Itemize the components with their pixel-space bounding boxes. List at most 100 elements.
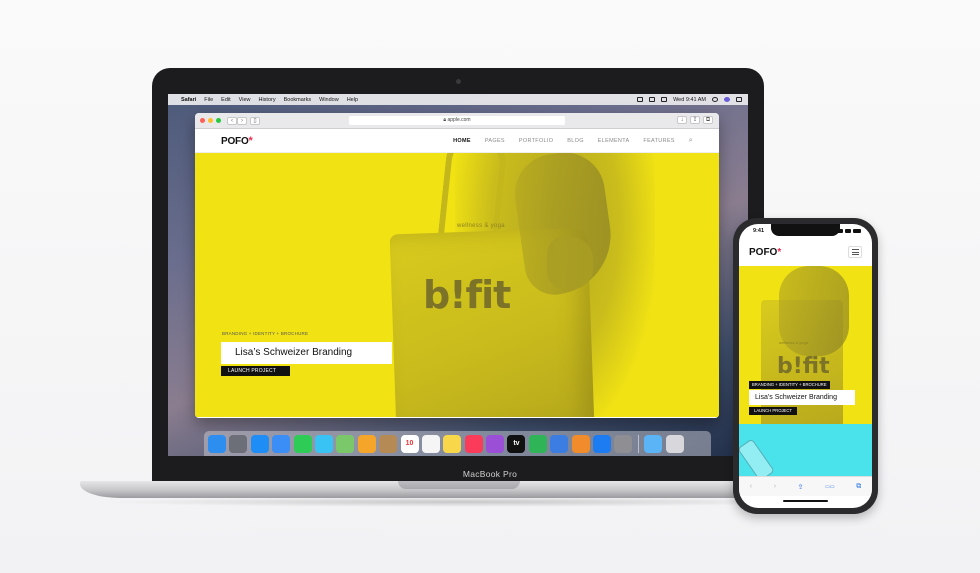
mobile-launch-project-button[interactable]: LAUNCH PROJECT — [749, 407, 797, 415]
menu-help[interactable]: Help — [347, 97, 358, 103]
macos-dock: 10 tv — [204, 431, 711, 456]
downloads-icon[interactable]: ↓ — [677, 116, 687, 124]
mobile-bag-brand: b!fit — [777, 354, 830, 379]
address-bar[interactable]: 🔒︎ apple.com — [349, 116, 565, 125]
bag-subtitle: wellness & yoga — [457, 223, 505, 229]
logo-star-icon: * — [248, 134, 253, 147]
hero-title: Lisa’s Schweizer Branding — [221, 342, 392, 364]
hero-banner: wellness & yoga b!fit BRANDING + IDENTIT… — [195, 153, 719, 417]
nav-features[interactable]: FEATURES — [643, 138, 674, 144]
launch-project-button[interactable]: LAUNCH PROJECT — [221, 366, 290, 376]
site-logo[interactable]: POFO* — [221, 135, 253, 147]
search-icon[interactable] — [712, 97, 718, 102]
macbook-opening-notch — [398, 481, 520, 489]
photos-icon[interactable] — [357, 434, 376, 453]
mobile-logo-star-icon: * — [777, 246, 782, 258]
menu-history[interactable]: History — [258, 97, 275, 103]
mobile-logo-text: POFO — [749, 246, 778, 258]
mobile-hero-title: Lisa’s Schweizer Branding — [749, 390, 855, 405]
mobile-safari-toolbar: ‹ › ⇪ ▭▭ ⧉ — [739, 476, 872, 496]
menu-window[interactable]: Window — [319, 97, 339, 103]
mobile-tabs-icon[interactable]: ⧉ — [856, 483, 861, 491]
mobile-back-icon[interactable]: ‹ — [750, 483, 752, 490]
mobile-next-section — [739, 424, 872, 479]
nav-portfolio[interactable]: PORTFOLIO — [519, 138, 553, 144]
wifi-icon[interactable] — [637, 97, 644, 102]
bag-brand: b!fit — [423, 273, 511, 317]
macos-menubar: Safari File Edit View History Bookmarks … — [168, 94, 748, 105]
search-icon[interactable]: ⌕ — [689, 137, 693, 145]
notes-icon[interactable] — [443, 434, 462, 453]
iphone-screen: 9:41 POFO* wellness & yoga b!fit BRANDIN… — [739, 224, 872, 508]
zoom-window-button[interactable] — [216, 118, 221, 123]
logo-text: POFO — [221, 135, 249, 147]
maps-icon[interactable] — [336, 434, 355, 453]
address-url: apple.com — [447, 117, 471, 123]
dock-separator — [637, 434, 639, 453]
menu-bookmarks[interactable]: Bookmarks — [284, 97, 312, 103]
menubar-clock[interactable]: Wed 9:41 AM — [673, 97, 706, 103]
mobile-hero-tagline: BRANDING + IDENTITY + BROCHURE — [749, 381, 830, 389]
macbook-screen: Safari File Edit View History Bookmarks … — [168, 94, 748, 456]
contacts-icon[interactable] — [379, 434, 398, 453]
trash-icon[interactable] — [665, 434, 684, 453]
share-icon[interactable]: ⇪ — [690, 116, 700, 124]
app-store-icon[interactable] — [593, 434, 612, 453]
airplay-icon[interactable] — [649, 97, 656, 102]
nav-elementa[interactable]: ELEMENTA — [598, 138, 630, 144]
mobile-site-header: POFO* — [739, 238, 872, 266]
tabs-overview-icon[interactable]: ⧉ — [703, 116, 713, 124]
iphone-clock: 9:41 — [753, 228, 765, 234]
music-icon[interactable] — [464, 434, 483, 453]
control-center-icon[interactable] — [736, 97, 742, 102]
iphone-status-icons — [837, 229, 861, 233]
numbers-icon[interactable] — [528, 434, 547, 453]
keynote-icon[interactable] — [550, 434, 569, 453]
downloads-folder-icon[interactable] — [644, 434, 663, 453]
minimize-window-button[interactable] — [208, 118, 213, 123]
system-preferences-icon[interactable] — [614, 434, 633, 453]
macbook-shadow — [100, 497, 820, 507]
nav-pages[interactable]: PAGES — [485, 138, 505, 144]
back-button[interactable]: ‹ — [227, 116, 237, 125]
safari-toolbar: ‹ › ▯ 🔒︎ apple.com ↓ ⇪ ⧉ — [195, 113, 719, 129]
forward-button[interactable]: › — [237, 116, 247, 125]
menu-app-name[interactable]: Safari — [181, 97, 196, 103]
podcasts-icon[interactable] — [486, 434, 505, 453]
wifi-icon — [845, 229, 851, 233]
safari-icon[interactable] — [250, 434, 269, 453]
mobile-bag-subtitle: wellness & yoga — [779, 340, 808, 345]
tv-icon[interactable]: tv — [507, 434, 526, 453]
mail-icon[interactable] — [272, 434, 291, 453]
battery-icon — [853, 229, 861, 233]
mobile-share-icon[interactable]: ⇪ — [798, 483, 804, 491]
siri-icon[interactable] — [724, 97, 730, 102]
menu-edit[interactable]: Edit — [221, 97, 230, 103]
mobile-site-logo[interactable]: POFO* — [749, 247, 781, 258]
close-window-button[interactable] — [200, 118, 205, 123]
nav-home[interactable]: HOME — [453, 138, 471, 144]
mobile-bookmarks-icon[interactable]: ▭▭ — [825, 484, 834, 490]
hero-tagline: BRANDING + IDENTITY + BROCHURE — [222, 331, 309, 336]
mobile-forward-icon[interactable]: › — [774, 483, 776, 490]
pages-icon[interactable] — [571, 434, 590, 453]
safari-window: ‹ › ▯ 🔒︎ apple.com ↓ ⇪ ⧉ POFO* HOME PAGE… — [195, 113, 719, 418]
facetime-icon[interactable] — [293, 434, 312, 453]
messages-icon[interactable] — [314, 434, 333, 453]
nav-blog[interactable]: BLOG — [567, 138, 583, 144]
finder-icon[interactable] — [208, 434, 226, 453]
product-stage: Safari File Edit View History Bookmarks … — [0, 0, 980, 573]
menu-file[interactable]: File — [204, 97, 213, 103]
menubar-status: Wed 9:41 AM — [637, 97, 742, 103]
bottle-image — [739, 438, 775, 479]
launchpad-icon[interactable] — [229, 434, 248, 453]
sidebar-toggle-icon[interactable]: ▯ — [250, 116, 260, 125]
hamburger-menu-icon[interactable] — [848, 246, 862, 258]
site-header: POFO* HOME PAGES PORTFOLIO BLOG ELEMENTA… — [195, 129, 719, 153]
safari-toolbar-right: ↓ ⇪ ⧉ — [677, 116, 713, 124]
camera-icon — [456, 79, 461, 84]
calendar-icon[interactable]: 10 — [400, 434, 419, 453]
battery-icon[interactable] — [661, 97, 668, 102]
reminders-icon[interactable] — [421, 434, 440, 453]
menu-view[interactable]: View — [239, 97, 251, 103]
